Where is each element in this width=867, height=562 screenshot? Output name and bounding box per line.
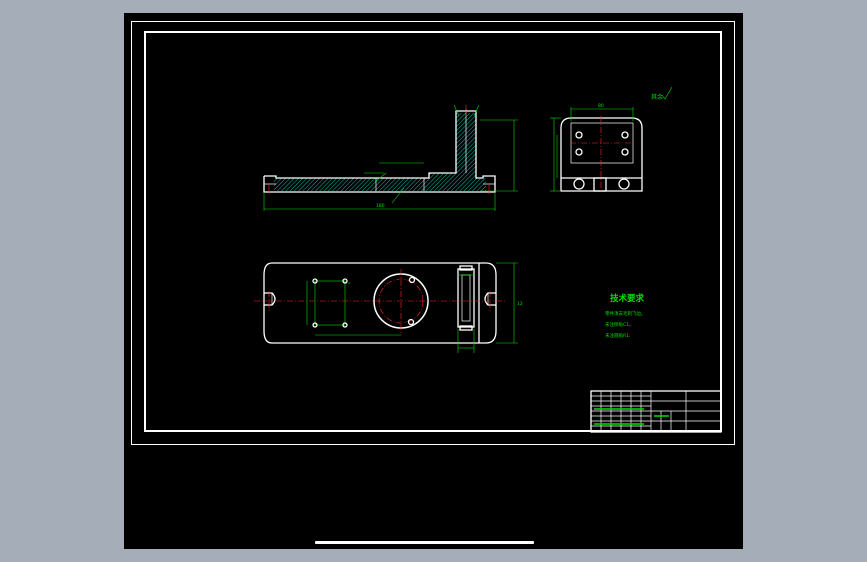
horizontal-scroll-indicator[interactable] bbox=[315, 541, 534, 544]
top-height-dimension: 12 bbox=[517, 301, 523, 307]
front-length-dimension: 180 bbox=[376, 203, 385, 209]
technical-requirements: 技术要求 零件须去毛刺飞边。 未注倒角C1。 未注圆角R1. bbox=[605, 293, 646, 339]
notes-title: 技术要求 bbox=[610, 293, 645, 304]
note-1: 零件须去毛刺飞边。 bbox=[605, 310, 646, 317]
surface-finish-symbol: 其余 bbox=[651, 86, 673, 101]
note-3: 未注圆角R1. bbox=[605, 332, 630, 339]
side-view: 80 bbox=[550, 103, 643, 193]
front-view: 180 bbox=[263, 104, 518, 211]
top-view: 12 bbox=[254, 262, 523, 353]
title-block bbox=[590, 390, 722, 433]
drawing-canvas: 180 80 其余 12 技术要求 零件须去毛刺飞边。 未注倒角C1。 未注圆角… bbox=[254, 86, 722, 433]
svg-text:其余: 其余 bbox=[651, 93, 663, 101]
note-2: 未注倒角C1。 bbox=[605, 321, 634, 328]
cad-viewport[interactable]: 180 80 其余 12 技术要求 零件须去毛刺飞边。 未注倒角C1。 未注圆角… bbox=[124, 13, 743, 549]
side-width-dimension: 80 bbox=[598, 103, 604, 109]
